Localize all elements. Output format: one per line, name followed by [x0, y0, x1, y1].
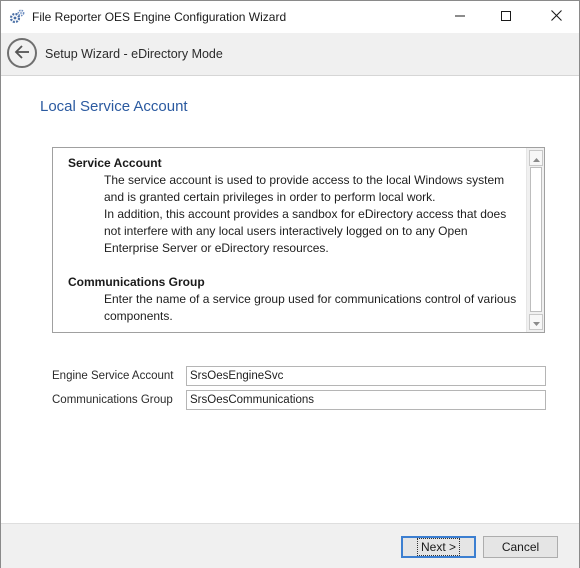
engine-service-account-label: Engine Service Account	[52, 370, 174, 382]
section-heading-communications-group: Communications Group	[68, 275, 205, 289]
footer-bar: Next > Cancel	[1, 523, 579, 568]
navigation-header: Setup Wizard - eDirectory Mode	[1, 33, 579, 76]
scroll-down-button[interactable]	[529, 314, 543, 330]
close-icon	[550, 10, 562, 24]
maximize-icon	[501, 10, 511, 24]
communications-group-label: Communications Group	[52, 394, 173, 406]
page-title: Local Service Account	[40, 98, 188, 115]
next-button[interactable]: Next >	[401, 536, 476, 558]
triangle-down-icon	[532, 315, 540, 329]
close-button[interactable]	[533, 1, 579, 33]
wizard-step-title: Setup Wizard - eDirectory Mode	[45, 47, 223, 61]
info-line: not interfere with any local users inter…	[104, 224, 468, 238]
next-button-label: Next >	[416, 538, 461, 556]
engine-service-account-input[interactable]	[186, 366, 546, 386]
arrow-left-icon	[14, 44, 30, 62]
minimize-button[interactable]	[437, 1, 483, 33]
section-heading-service-account: Service Account	[68, 156, 162, 170]
minimize-icon	[455, 10, 465, 24]
info-line: The service account is used to provide a…	[104, 173, 505, 187]
wizard-window: File Reporter OES Engine Configuration W…	[0, 0, 580, 568]
gears-icon	[9, 9, 25, 25]
info-line: Enter the name of a service group used f…	[104, 292, 517, 306]
scroll-up-button[interactable]	[529, 150, 543, 166]
vertical-scrollbar[interactable]	[526, 148, 544, 332]
title-bar[interactable]: File Reporter OES Engine Configuration W…	[1, 1, 579, 33]
info-text-box[interactable]: Service Account The service account is u…	[52, 147, 545, 333]
communications-group-input[interactable]	[186, 390, 546, 410]
scrollbar-thumb[interactable]	[530, 167, 542, 312]
info-line: and is granted certain privileges in ord…	[104, 190, 436, 204]
triangle-up-icon	[532, 151, 540, 165]
cancel-button-label: Cancel	[501, 540, 540, 554]
maximize-button[interactable]	[483, 1, 529, 33]
info-content: Service Account The service account is u…	[68, 155, 528, 325]
info-line: In addition, this account provides a san…	[104, 207, 507, 221]
back-button[interactable]	[7, 38, 37, 68]
info-line: components.	[104, 309, 173, 323]
info-line: Enterprise Server or eDirectory resource…	[104, 241, 329, 255]
cancel-button[interactable]: Cancel	[483, 536, 558, 558]
window-title: File Reporter OES Engine Configuration W…	[32, 10, 287, 24]
